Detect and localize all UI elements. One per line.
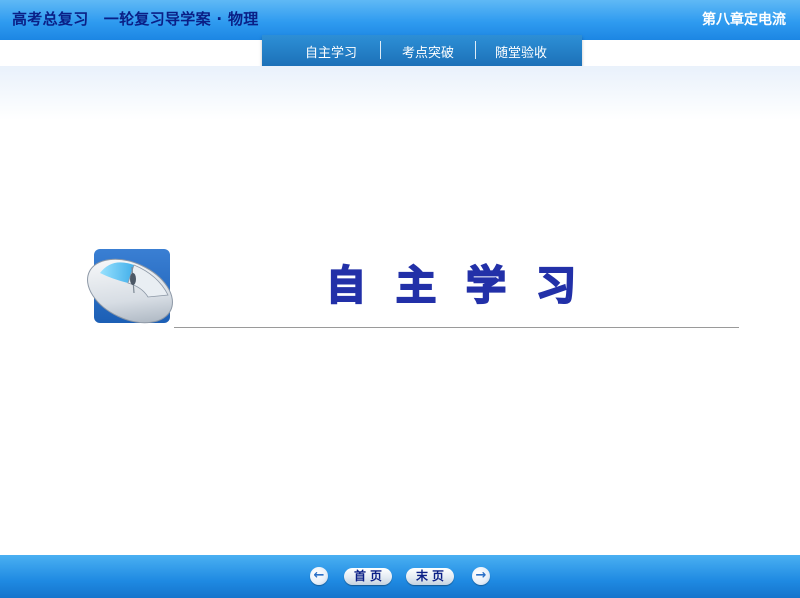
last-page-button[interactable]: 末页	[406, 568, 454, 585]
heading-char: 习	[535, 262, 577, 310]
left-arrow-icon[interactable]: ←	[310, 567, 328, 585]
heading-char: 学	[465, 262, 507, 310]
tab-key-points[interactable]: 考点突破	[402, 42, 454, 61]
bottom-nav-bar: ← 首页 末页 →	[0, 555, 800, 598]
right-arrow-icon[interactable]: →	[472, 567, 490, 585]
section-tabbar: 自主学习 考点突破 随堂验收	[262, 35, 582, 68]
tab-divider	[475, 41, 476, 59]
computer-mouse-icon	[87, 249, 173, 324]
section-heading: 自 主 学 习	[322, 262, 580, 310]
course-title: 高考总复习 一轮复习导学案 · 物理	[12, 10, 259, 28]
tab-divider	[380, 41, 381, 59]
top-header: 高考总复习 一轮复习导学案 · 物理 第八章定电流	[0, 0, 800, 40]
heading-char: 主	[395, 262, 437, 310]
heading-underline	[174, 327, 739, 328]
tab-self-study[interactable]: 自主学习	[305, 42, 357, 61]
first-page-button[interactable]: 首页	[344, 568, 392, 585]
heading-char: 自	[325, 262, 367, 310]
chapter-title: 第八章定电流	[702, 12, 786, 28]
tab-class-check[interactable]: 随堂验收	[495, 42, 547, 61]
header-shadow-band	[0, 66, 800, 120]
